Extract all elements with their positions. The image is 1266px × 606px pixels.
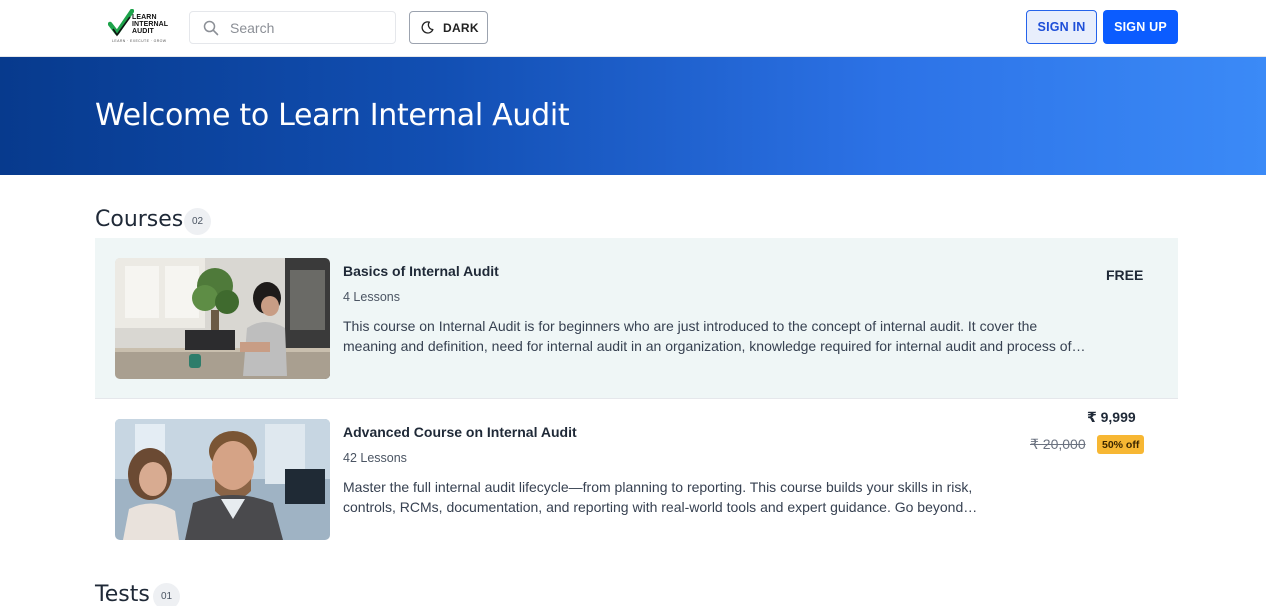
course-lesson-count: 42 Lessons	[343, 451, 407, 465]
sign-up-button[interactable]: SIGN UP	[1103, 10, 1178, 44]
search-icon	[203, 20, 219, 36]
logo-line-1: LEARN	[132, 14, 157, 21]
course-card-basics[interactable]: Basics of Internal Audit 4 Lessons This …	[95, 238, 1178, 399]
tests-count-badge: 01	[153, 583, 180, 606]
course-title[interactable]: Advanced Course on Internal Audit	[343, 424, 577, 440]
dark-mode-toggle-button[interactable]: DARK	[409, 11, 488, 44]
course-price: FREE	[1106, 267, 1144, 283]
course-lesson-count: 4 Lessons	[343, 290, 400, 304]
tests-section-title: Tests	[95, 582, 150, 606]
courses-count-badge: 02	[184, 208, 211, 235]
site-logo[interactable]: LEARN INTERNAL AUDIT LEARN · EXECUTE · G…	[108, 9, 174, 45]
search-box[interactable]	[189, 11, 396, 44]
discount-badge: 50% off	[1097, 435, 1145, 454]
top-navbar: LEARN INTERNAL AUDIT LEARN · EXECUTE · G…	[0, 0, 1266, 57]
course-description: This course on Internal Audit is for beg…	[343, 318, 1086, 354]
course-thumbnail-image	[115, 258, 330, 379]
moon-icon	[421, 21, 434, 34]
checkmark-logo-icon	[108, 9, 134, 37]
course-thumbnail[interactable]	[115, 419, 330, 540]
hero-banner: Welcome to Learn Internal Audit	[0, 57, 1266, 175]
course-card-advanced[interactable]: Advanced Course on Internal Audit 42 Les…	[95, 399, 1178, 560]
sign-in-button[interactable]: SIGN IN	[1026, 10, 1097, 44]
course-title[interactable]: Basics of Internal Audit	[343, 263, 499, 279]
course-original-price: ₹ 20,000	[1030, 436, 1086, 452]
course-price: ₹ 9,999	[1087, 409, 1136, 425]
logo-tagline: LEARN · EXECUTE · GROW	[112, 39, 167, 43]
courses-section-title: Courses	[95, 207, 184, 232]
hero-title: Welcome to Learn Internal Audit	[95, 98, 570, 133]
logo-line-3: AUDIT	[132, 28, 154, 35]
search-input[interactable]	[230, 18, 385, 38]
course-description: Master the full internal audit lifecycle…	[343, 479, 978, 515]
dark-mode-label: DARK	[443, 20, 479, 35]
logo-line-2: INTERNAL	[132, 21, 169, 28]
course-thumbnail-image	[115, 419, 330, 540]
course-thumbnail[interactable]	[115, 258, 330, 379]
logo-wordmark: LEARN INTERNAL AUDIT	[132, 14, 168, 35]
